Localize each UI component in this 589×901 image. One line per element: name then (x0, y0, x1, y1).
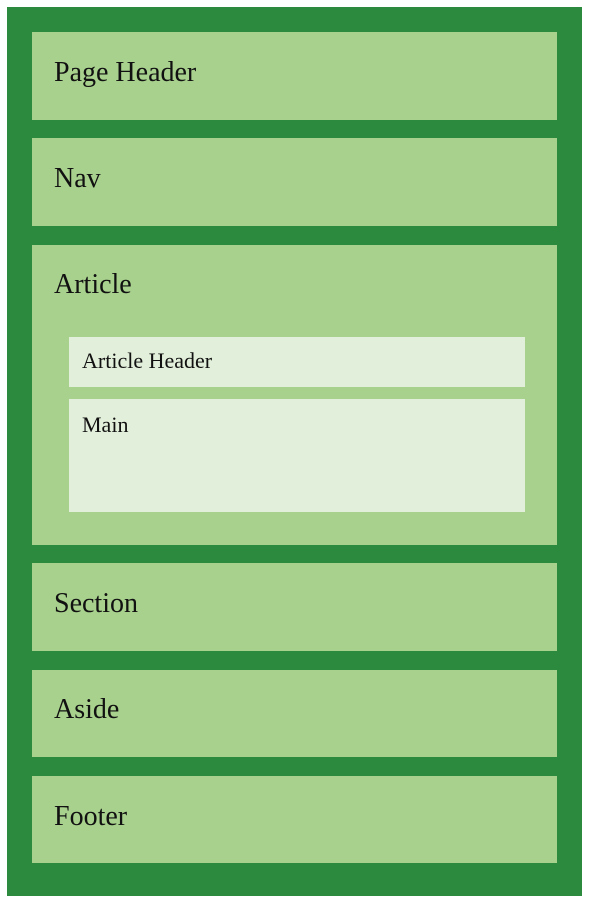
footer-label: Footer (54, 801, 128, 832)
page-header-block: Page Header (32, 32, 557, 120)
aside-label: Aside (54, 694, 120, 725)
article-header-label: Article Header (82, 348, 213, 373)
section-label: Section (54, 588, 138, 619)
article-block: Article Article Header Main (32, 245, 557, 545)
main-label: Main (82, 412, 129, 437)
aside-block: Aside (32, 670, 557, 757)
nav-label: Nav (54, 163, 101, 194)
section-block: Section (32, 563, 557, 651)
page-header-label: Page Header (54, 57, 197, 88)
layout-frame: Page Header Nav Article Article Header M… (7, 7, 582, 896)
main-block: Main (69, 399, 525, 512)
footer-block: Footer (32, 776, 557, 863)
article-label: Article (54, 269, 132, 300)
nav-block: Nav (32, 138, 557, 226)
article-header-block: Article Header (69, 337, 525, 387)
